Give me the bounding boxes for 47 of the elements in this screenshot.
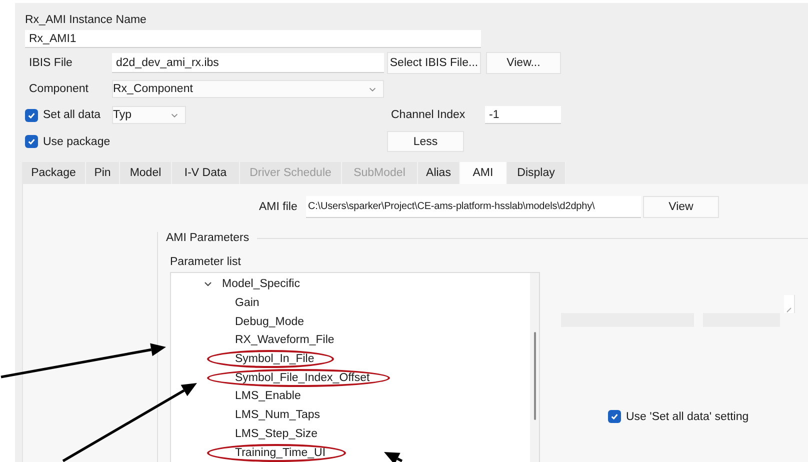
tree-item[interactable]: Gain [235, 297, 260, 310]
annotation-arrow [384, 452, 403, 462]
tree-item[interactable]: Training_Time_UI [235, 446, 326, 459]
field-label: Channel Index [391, 109, 466, 121]
field-label: IBIS File [28, 57, 74, 69]
checkbox[interactable] [25, 108, 38, 122]
list-label: Parameter list [170, 256, 242, 270]
tab[interactable]: Pin [86, 162, 120, 184]
checkbox-label: Use 'Set all data' setting [626, 410, 749, 422]
resize-grip-icon[interactable] [784, 295, 795, 313]
tab[interactable]: I-V Data [172, 162, 240, 184]
tree-item[interactable]: LMS_Num_Taps [235, 409, 320, 422]
ami-file-field[interactable]: C:\Users\sparker\Project\CE-ams-platform-hsslab\models\d2dphy\ [306, 196, 641, 218]
checkmark-icon [27, 110, 36, 120]
field-label: AMI file [259, 201, 298, 213]
tab[interactable]: Model [120, 162, 172, 184]
tab[interactable]: Package [22, 162, 86, 184]
tree-item[interactable]: LMS_Enable [235, 390, 301, 402]
component-dropdown[interactable]: Rx_Component [112, 80, 384, 98]
group-title: AMI Parameters [165, 232, 250, 244]
scrollbar[interactable] [530, 273, 539, 462]
ibis-file-field[interactable]: d2d_dev_ami_rx.ibs [112, 53, 384, 73]
tree-item[interactable]: RX_Waveform_File [235, 334, 334, 346]
select-file-button[interactable]: Select IBIS File... [387, 52, 481, 74]
view-button[interactable]: View [643, 196, 719, 218]
tree-item[interactable]: Symbol_File_Index_Offset [235, 372, 370, 384]
tree-item[interactable]: LMS_Step_Size [235, 428, 318, 440]
checkbox-label: Set all data [43, 109, 101, 121]
view-button[interactable]: View... [486, 52, 561, 74]
checkbox-label: Use package [43, 136, 110, 148]
parameter-tree[interactable]: Model_Specific Gain Debug_Mode RX_Waveform_File Symbol_In_File Symbol_File_Index_Offset LMS_Enable LMS_Num_Taps LMS_Step_Size Training_Time_UI [170, 272, 540, 462]
less-button[interactable]: Less [387, 131, 464, 152]
tree-item[interactable]: Symbol_In_File [235, 353, 314, 366]
tab[interactable]: AMI [460, 162, 507, 184]
checkbox[interactable] [25, 135, 38, 148]
tab[interactable]: Display [507, 162, 566, 184]
checkbox[interactable] [608, 410, 621, 423]
field-label: Rx_AMI Instance Name [25, 14, 146, 26]
corner-dropdown[interactable]: Typ [112, 106, 186, 124]
tab[interactable]: Alias [418, 162, 460, 184]
checkmark-icon [610, 412, 619, 421]
tree-item[interactable]: Debug_Mode [235, 316, 304, 328]
field-label: Component [28, 83, 90, 95]
channel-index-field[interactable]: -1 [485, 106, 561, 124]
instance-name-field[interactable]: Rx_AMI1 [25, 30, 481, 48]
tree-item[interactable]: Model_Specific [222, 278, 300, 290]
checkmark-icon [27, 137, 36, 146]
